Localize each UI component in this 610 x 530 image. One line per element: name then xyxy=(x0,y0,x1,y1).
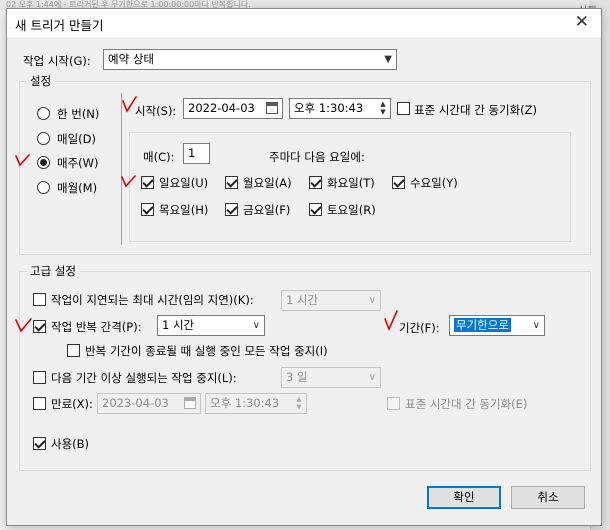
start-date-picker[interactable]: 2022-04-03 xyxy=(183,98,283,119)
day-thursday-checkbox[interactable] xyxy=(141,203,154,216)
chevron-down-icon: ∨ xyxy=(368,372,376,383)
spin-arrows-icon[interactable]: ▲ ▼ xyxy=(378,100,388,116)
radio-monthly-label: 매월(M) xyxy=(57,181,98,195)
title-bar: 새 트리거 만들기 ✕ xyxy=(7,9,601,37)
day-saturday-label: 토요일(R) xyxy=(327,203,376,217)
new-trigger-dialog: 새 트리거 만들기 ✕ 작업 시작(G): 예약 상태 ▼ 설정 한 번(N) … xyxy=(6,8,602,526)
start-date-value: 2022-04-03 xyxy=(188,101,255,115)
stop-longer-checkbox[interactable] xyxy=(33,371,46,384)
expire-sync-label: 표준 시간대 간 동기화(E) xyxy=(405,397,528,411)
settings-separator xyxy=(121,93,122,245)
expire-label: 만료(X): xyxy=(51,397,93,411)
day-sunday-label: 일요일(U) xyxy=(159,176,209,190)
delay-label: 작업이 지연되는 최대 시간(임의 지연)(K): xyxy=(51,293,254,307)
repeat-label: 작업 반복 간격(P): xyxy=(51,320,142,334)
stop-longer-label: 다음 기간 이상 실행되는 작업 중지(L): xyxy=(51,371,237,385)
cancel-button[interactable]: 취소 xyxy=(511,486,585,509)
duration-value: 무기한으로 xyxy=(454,318,511,332)
start-time-value: 오후 1:30:43 xyxy=(294,101,364,115)
every-weeks-input[interactable]: 1 xyxy=(183,143,210,164)
chevron-down-icon: ▼ xyxy=(384,54,392,65)
radio-once[interactable] xyxy=(37,107,50,120)
start-task-value: 예약 상태 xyxy=(108,52,154,66)
day-sunday-checkbox[interactable] xyxy=(141,176,154,189)
stop-longer-value: 3 일 xyxy=(286,370,308,384)
radio-daily[interactable] xyxy=(37,132,50,145)
day-wednesday-label: 수요일(Y) xyxy=(410,176,458,190)
start-task-select[interactable]: 예약 상태 ▼ xyxy=(103,49,397,70)
radio-weekly[interactable] xyxy=(37,156,50,169)
repeat-interval-select[interactable]: 1 시간 ∨ xyxy=(157,315,265,336)
weeks-on-label: 주마다 다음 요일에: xyxy=(269,150,365,164)
dialog-title: 새 트리거 만들기 xyxy=(15,18,104,33)
expire-sync-checkbox[interactable] xyxy=(387,397,400,410)
enabled-checkbox[interactable] xyxy=(33,437,46,450)
close-icon[interactable]: ✕ xyxy=(575,12,589,32)
stop-all-label: 반복 기간이 종료될 때 실행 중인 모든 작업 중지(I) xyxy=(85,344,328,358)
repeat-checkbox[interactable] xyxy=(33,320,46,333)
annotation-check-icon xyxy=(121,175,136,188)
chevron-down-icon: ∨ xyxy=(368,295,376,306)
start-time-picker[interactable]: 오후 1:30:43 ▲ ▼ xyxy=(289,98,391,119)
ok-button[interactable]: 확인 xyxy=(427,486,501,509)
annotation-check-icon xyxy=(15,318,32,333)
day-saturday-checkbox[interactable] xyxy=(309,203,322,216)
chevron-down-icon: ∨ xyxy=(252,320,260,331)
annotation-check-icon xyxy=(384,310,398,331)
delay-select[interactable]: 1 시간 ∨ xyxy=(281,290,381,311)
day-friday-checkbox[interactable] xyxy=(225,203,238,216)
sync-timezone-label: 표준 시간대 간 동기화(Z) xyxy=(414,103,538,117)
day-thursday-label: 목요일(H) xyxy=(159,203,209,217)
radio-daily-label: 매일(D) xyxy=(57,132,96,146)
expire-date-value: 2023-04-03 xyxy=(102,396,169,410)
duration-label: 기간(F): xyxy=(399,321,440,335)
day-monday-checkbox[interactable] xyxy=(225,176,238,189)
delay-value: 1 시간 xyxy=(286,293,319,307)
chevron-down-icon: ∨ xyxy=(532,320,540,331)
annotation-check-icon xyxy=(122,96,137,113)
repeat-interval-value: 1 시간 xyxy=(162,318,195,332)
day-friday-label: 금요일(F) xyxy=(243,203,291,217)
delay-checkbox[interactable] xyxy=(33,293,46,306)
calendar-icon[interactable] xyxy=(266,102,278,114)
stop-all-checkbox[interactable] xyxy=(67,344,80,357)
radio-weekly-label: 매주(W) xyxy=(57,156,99,170)
radio-once-label: 한 번(N) xyxy=(57,107,100,121)
stop-longer-select[interactable]: 3 일 ∨ xyxy=(281,367,381,388)
start-task-label: 작업 시작(G): xyxy=(23,54,91,68)
enabled-label: 사용(B) xyxy=(51,437,90,451)
duration-select[interactable]: 무기한으로 ∨ xyxy=(449,315,545,336)
day-tuesday-checkbox[interactable] xyxy=(309,176,322,189)
advanced-group-title: 고급 설정 xyxy=(27,263,79,279)
expire-time-value: 오후 1:30:43 xyxy=(210,396,280,410)
annotation-check-icon xyxy=(15,154,30,167)
expire-time-picker[interactable]: 오후 1:30:43 ▲ ▼ xyxy=(205,393,307,414)
expire-date-picker[interactable]: 2023-04-03 xyxy=(97,393,201,414)
expire-checkbox[interactable] xyxy=(33,397,46,410)
day-wednesday-checkbox[interactable] xyxy=(392,176,405,189)
settings-group-title: 설정 xyxy=(27,73,55,89)
calendar-icon[interactable] xyxy=(184,397,196,409)
every-label: 매(C): xyxy=(143,150,175,164)
sync-timezone-checkbox[interactable] xyxy=(397,102,410,115)
every-weeks-value: 1 xyxy=(188,146,196,160)
radio-monthly[interactable] xyxy=(37,181,50,194)
start-label: 시작(S): xyxy=(135,104,177,118)
spin-arrows-icon[interactable]: ▲ ▼ xyxy=(294,395,304,411)
day-tuesday-label: 화요일(T) xyxy=(327,176,375,190)
day-monday-label: 월요일(A) xyxy=(243,176,292,190)
